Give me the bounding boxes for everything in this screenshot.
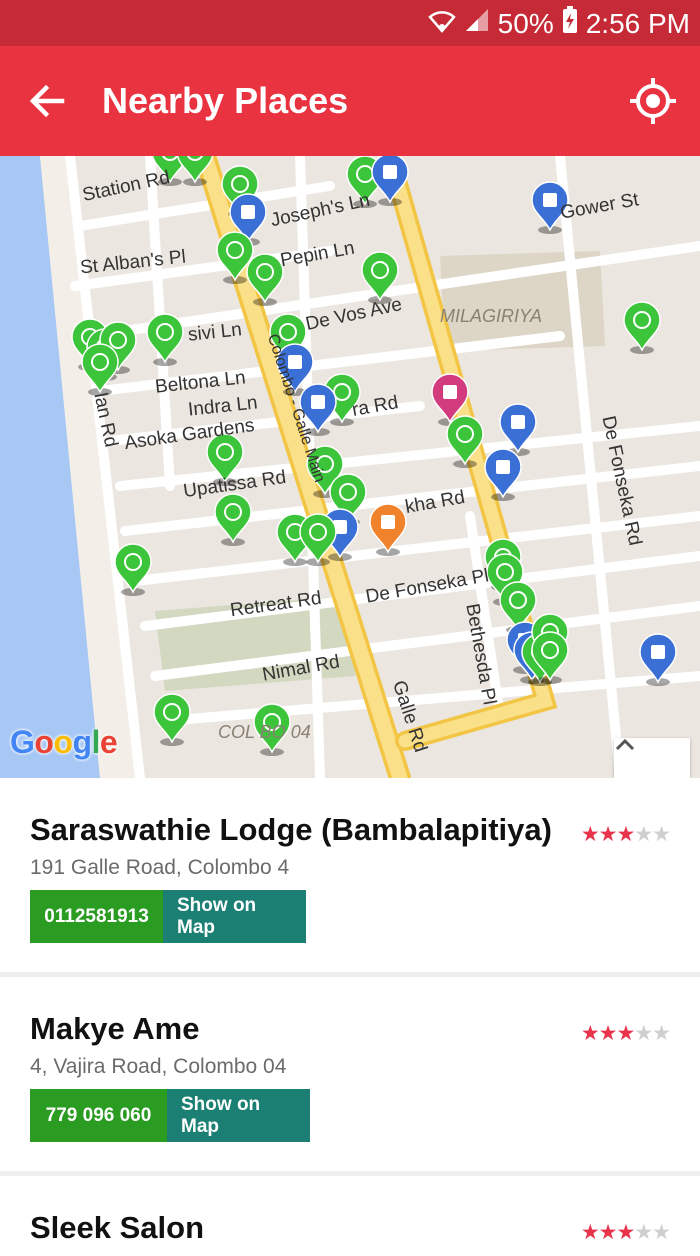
my-location-icon[interactable] [628, 76, 678, 126]
arrow-left-icon[interactable] [24, 78, 70, 124]
place-name: Saraswathie Lodge (Bambalapitiya) [30, 812, 552, 847]
app-bar: Nearby Places [0, 46, 700, 156]
expand-map-button[interactable] [614, 738, 690, 778]
rating-stars: ★★★★★ [580, 1221, 671, 1244]
list-item[interactable]: Saraswathie Lodge (Bambalapitiya) ★★★★★ … [0, 778, 700, 972]
list-item[interactable]: Sleek Salon ★★★★★ [0, 1176, 700, 1256]
show-on-map-button[interactable]: Show on Map [163, 890, 306, 943]
restaurant-pin-icon[interactable] [623, 301, 661, 354]
list-item[interactable]: Makye Ame ★★★★★ 4, Vajira Road, Colombo … [0, 977, 700, 1171]
call-button[interactable]: 779 096 060 [30, 1089, 167, 1142]
battery-level: 50% [497, 7, 554, 39]
show-on-map-button[interactable]: Show on Map [167, 1089, 310, 1142]
battery-charging-icon [562, 6, 578, 41]
call-button[interactable]: 0112581913 [30, 890, 163, 943]
signal-icon [464, 7, 490, 40]
rating-stars: ★★★★★ [580, 823, 671, 846]
place-name: Sleek Salon [30, 1210, 205, 1245]
restaurant-pin-icon[interactable] [146, 313, 184, 366]
places-list[interactable]: Saraswathie Lodge (Bambalapitiya) ★★★★★ … [0, 778, 700, 1256]
google-logo: Google [10, 724, 118, 760]
place-address: 191 Galle Road, Colombo 4 [30, 856, 290, 879]
page-title: Nearby Places [102, 80, 349, 121]
map-label: MILAGIRIYA [440, 306, 543, 326]
rating-stars: ★★★★★ [580, 1022, 671, 1045]
place-name: Makye Ame [30, 1011, 200, 1046]
map-view[interactable]: Station Rd Joseph's Ln Gower St St Alban… [0, 156, 700, 778]
place-address: 4, Vajira Road, Colombo 04 [30, 1055, 287, 1078]
restaurant-pin-icon[interactable] [214, 493, 252, 546]
restaurant-pin-icon[interactable] [153, 693, 191, 746]
map-label: COL BO 04 [218, 722, 311, 742]
clock: 2:56 PM [585, 7, 690, 39]
wifi-icon [427, 7, 456, 40]
status-bar: 50% 2:56 PM [0, 0, 700, 46]
